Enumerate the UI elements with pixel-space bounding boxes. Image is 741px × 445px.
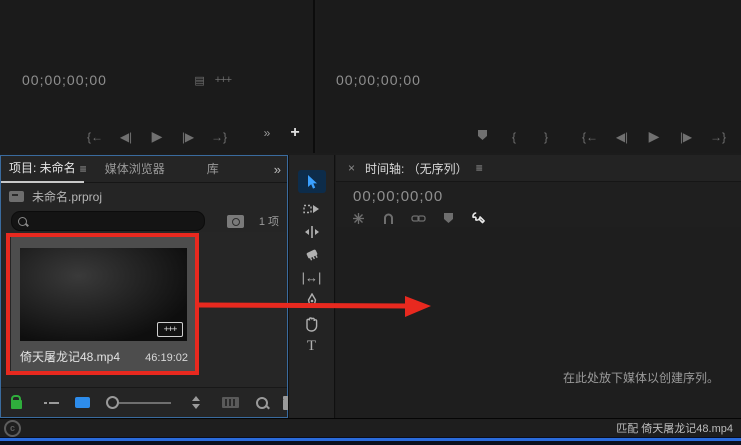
timeline-settings-wrench-icon[interactable]	[470, 210, 486, 226]
linked-selection-icon[interactable]	[410, 210, 426, 226]
transport-overflow-icon[interactable]: »	[258, 126, 276, 140]
status-bar: c 匹配 倚天屠龙记48.mp4	[0, 418, 741, 437]
tab-overflow-icon[interactable]: »	[274, 162, 281, 177]
clip-thumbnail[interactable]: +++	[20, 248, 187, 341]
razor-tool-icon[interactable]	[298, 243, 326, 266]
insert-nest-icon[interactable]	[350, 210, 366, 226]
play-button[interactable]: ▶	[645, 128, 663, 145]
project-item-list: +++ 倚天屠龙记48.mp4 46:19:02	[2, 232, 286, 388]
search-row: 1 项	[11, 211, 279, 231]
project-root-row[interactable]: 未命名.prproj	[9, 188, 102, 205]
tools-panel: |↔| T	[288, 155, 335, 418]
play-button[interactable]: ▶	[148, 128, 166, 145]
pen-tool-icon[interactable]	[298, 289, 326, 312]
clip-card[interactable]: +++ 倚天屠龙记48.mp4 46:19:02	[11, 237, 197, 373]
timeline-panel: × 时间轴: （无序列） ≡ 00;00;00;00 在此处放下媒体以创建序列。	[336, 155, 741, 418]
add-marker-icon[interactable]	[440, 210, 456, 226]
go-to-in-button[interactable]: {←	[86, 130, 104, 144]
track-select-forward-tool-icon[interactable]	[298, 197, 326, 220]
project-panel: 项目: 未命名 ≡ 媒体浏览器 库 » 未命名.prproj 1 项 +++ 倚…	[0, 155, 299, 418]
selection-tool-icon[interactable]	[297, 170, 326, 193]
clip-duration: 46:19:02	[145, 352, 188, 364]
program-timecode: 00;00;00;00	[336, 72, 421, 88]
new-search-bin-icon[interactable]	[227, 214, 244, 228]
timeline-tab-title[interactable]: 时间轴: （无序列）	[365, 160, 468, 177]
project-writable-lock-icon[interactable]	[11, 395, 22, 409]
panel-menu-icon[interactable]: ≡	[80, 162, 87, 176]
tab-media-browser[interactable]: 媒体浏览器	[97, 157, 173, 182]
hand-tool-icon[interactable]	[298, 312, 326, 335]
timeline-header: × 时间轴: （无序列） ≡	[336, 155, 741, 182]
export-frame-icon[interactable]: +++	[215, 74, 232, 86]
timeline-timecode: 00;00;00;00	[353, 188, 444, 205]
zoom-slider-knob[interactable]	[106, 396, 119, 409]
timeline-toolbar	[350, 210, 486, 226]
find-icon[interactable]	[255, 396, 269, 410]
snap-magnet-icon[interactable]	[380, 210, 396, 226]
automate-to-sequence-icon[interactable]	[222, 397, 239, 408]
creative-cloud-icon[interactable]: c	[4, 419, 21, 437]
search-input[interactable]	[31, 214, 175, 228]
search-box[interactable]	[11, 211, 205, 231]
step-forward-button[interactable]: |▶	[677, 130, 695, 144]
tab-libraries[interactable]: 库	[199, 157, 227, 182]
add-marker-icon[interactable]	[473, 129, 491, 144]
slip-tool-icon[interactable]: |↔|	[298, 266, 326, 289]
panel-menu-icon[interactable]: ≡	[476, 161, 483, 175]
clip-scrub-badge: +++	[157, 322, 183, 337]
type-tool-icon[interactable]: T	[298, 335, 326, 358]
go-to-out-button[interactable]: →}	[210, 130, 228, 144]
tab-project[interactable]: 项目: 未命名	[1, 156, 84, 183]
source-monitor-panel: 00;00;00;00 ▤ +++ {← ◀| ▶ |▶ →} » +	[0, 0, 315, 153]
project-panel-tabs: 项目: 未命名 ≡ 媒体浏览器 库 »	[1, 156, 287, 183]
go-to-in-button[interactable]: {←	[581, 130, 599, 144]
item-count: 1 项	[258, 216, 279, 228]
mark-out-button[interactable]: }	[537, 130, 555, 144]
source-settings-icon[interactable]: ▤	[194, 74, 204, 87]
project-icon	[9, 191, 24, 202]
sort-icons-icon[interactable]	[191, 396, 202, 409]
zoom-slider-track	[119, 401, 171, 404]
step-back-button[interactable]: ◀|	[613, 130, 631, 144]
ripple-edit-tool-icon[interactable]	[298, 220, 326, 243]
list-view-icon[interactable]	[44, 397, 59, 409]
button-editor-add-icon[interactable]: +	[286, 124, 304, 142]
project-file-name: 未命名.prproj	[32, 190, 103, 204]
clip-name[interactable]: 倚天屠龙记48.mp4	[20, 348, 120, 365]
go-to-out-button[interactable]: →}	[709, 130, 727, 144]
status-text: 匹配 倚天屠龙记48.mp4	[616, 423, 733, 435]
premiere-pro-window: 00;00;00;00 ▤ +++ {← ◀| ▶ |▶ →} » + 00;0…	[0, 0, 741, 445]
program-monitor-panel: 00;00;00;00 { } {← ◀| ▶ |▶ →}	[317, 0, 741, 153]
step-forward-button[interactable]: |▶	[179, 130, 197, 144]
mark-in-button[interactable]: {	[505, 130, 523, 144]
timeline-drop-area[interactable]: 在此处放下媒体以创建序列。	[336, 227, 741, 418]
step-back-button[interactable]: ◀|	[117, 130, 135, 144]
panel-close-icon[interactable]: ×	[348, 161, 355, 175]
drop-media-message: 在此处放下媒体以创建序列。	[562, 371, 719, 385]
zoom-slider[interactable]	[106, 396, 171, 409]
source-timecode: 00;00;00;00	[22, 72, 107, 88]
icon-view-icon[interactable]	[75, 397, 90, 408]
taskbar-edge	[0, 437, 741, 445]
project-panel-toolbar	[1, 387, 299, 417]
search-icon	[18, 216, 27, 226]
